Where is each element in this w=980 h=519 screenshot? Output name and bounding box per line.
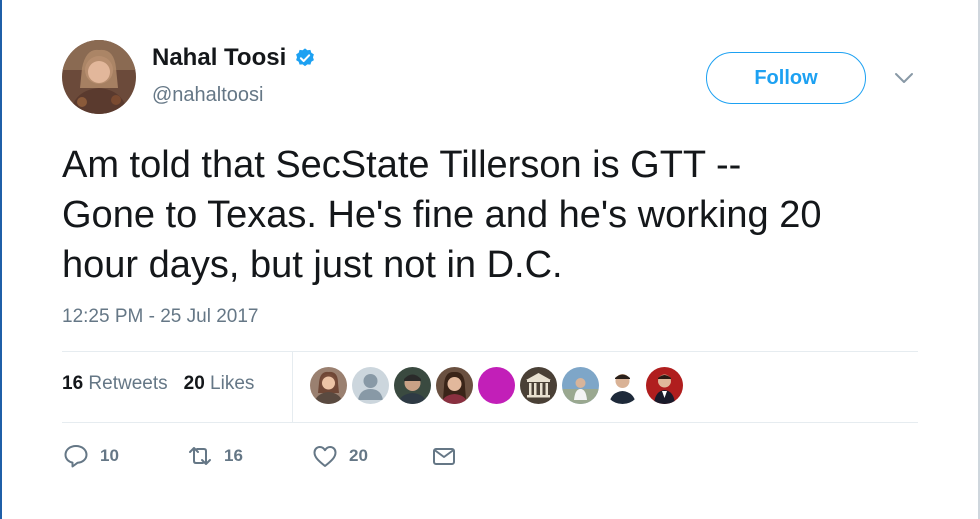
retweets-count: 16 — [62, 373, 84, 394]
author-name[interactable]: Nahal Toosi — [152, 44, 286, 72]
divider — [292, 351, 293, 422]
follow-button[interactable]: Follow — [706, 52, 866, 104]
heart-icon — [313, 446, 337, 467]
engagement-stats: 16 Retweets 20 Likes — [62, 373, 254, 395]
liker-avatar[interactable] — [562, 367, 599, 404]
reply-icon — [64, 445, 88, 468]
retweet-action[interactable]: 16 — [186, 442, 243, 470]
tweet-text-line: hour days, but just not in D.C. — [62, 244, 563, 286]
likes-label: Likes — [210, 373, 255, 394]
tweet-text: Am told that SecState Tillerson is GTT -… — [62, 140, 942, 290]
chevron-down-icon[interactable] — [893, 70, 915, 86]
likes-stat[interactable]: 20 Likes — [184, 373, 255, 395]
liker-avatar[interactable] — [478, 367, 515, 404]
liker-avatar[interactable] — [352, 367, 389, 404]
reply-action[interactable]: 10 — [62, 442, 119, 470]
author-handle[interactable]: @nahaltoosi — [152, 84, 263, 107]
liker-avatar[interactable] — [604, 367, 641, 404]
retweet-count: 16 — [224, 446, 243, 465]
envelope-icon — [433, 448, 455, 465]
divider — [62, 351, 918, 352]
author-name-row[interactable]: Nahal Toosi — [152, 44, 316, 72]
liker-avatar[interactable] — [436, 367, 473, 404]
like-count: 20 — [349, 446, 368, 465]
retweet-icon — [189, 447, 211, 465]
liker-avatar[interactable] — [310, 367, 347, 404]
tweet-timestamp[interactable]: 12:25 PM - 25 Jul 2017 — [62, 306, 258, 328]
liker-avatar[interactable] — [520, 367, 557, 404]
retweets-label: Retweets — [88, 373, 168, 394]
like-action[interactable]: 20 — [311, 442, 368, 470]
tweet-text-line: Am told that SecState Tillerson is GTT -… — [62, 144, 742, 186]
tweet-text-line: Gone to Texas. He's fine and he's workin… — [62, 194, 822, 236]
reply-count: 10 — [100, 446, 119, 465]
likers-avatars — [310, 367, 683, 404]
liker-avatar[interactable] — [646, 367, 683, 404]
liker-avatar[interactable] — [394, 367, 431, 404]
direct-message-action[interactable] — [430, 442, 458, 470]
verified-badge-icon — [296, 48, 315, 67]
retweets-stat[interactable]: 16 Retweets — [62, 373, 168, 395]
divider — [62, 422, 918, 423]
likes-count: 20 — [183, 373, 205, 394]
author-avatar[interactable] — [62, 40, 136, 114]
